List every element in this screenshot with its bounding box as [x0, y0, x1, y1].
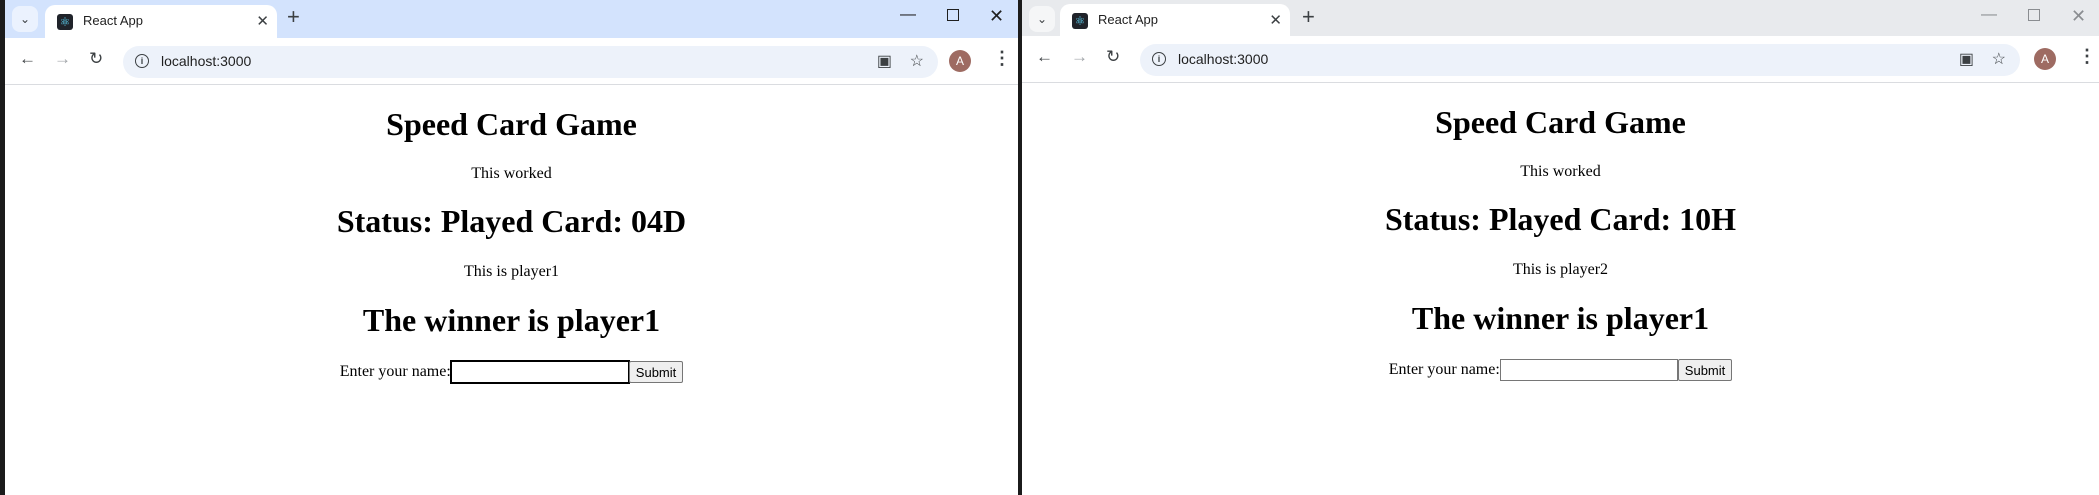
- name-label: Enter your name:: [339, 363, 451, 380]
- arrow-right-icon[interactable]: →: [54, 50, 71, 67]
- name-input[interactable]: [1499, 359, 1678, 381]
- minimize-icon[interactable]: —: [1981, 7, 1997, 23]
- minimize-icon[interactable]: —: [900, 7, 916, 23]
- submit-button[interactable]: Submit: [628, 361, 684, 383]
- winner-heading: The winner is player1: [1411, 300, 1710, 336]
- reload-icon[interactable]: ↻: [89, 50, 103, 67]
- plus-icon[interactable]: +: [287, 6, 300, 28]
- arrow-right-icon[interactable]: →: [1071, 48, 1088, 65]
- kebab-menu-icon[interactable]: ⋮: [993, 48, 1011, 69]
- reload-icon[interactable]: ↻: [1106, 48, 1120, 65]
- react-favicon-icon: ⚛: [1072, 13, 1088, 29]
- browser-window-player2: ⌄ ⚛ React App ✕ + — ✕ ← → ↻ i localhost:…: [1022, 0, 2099, 495]
- info-icon[interactable]: i: [1152, 52, 1166, 66]
- chevron-down-icon[interactable]: ⌄: [12, 6, 38, 32]
- close-icon[interactable]: ✕: [1269, 11, 1282, 29]
- tab-strip: ⌄ ⚛ React App ✕ + — ✕: [5, 0, 1018, 38]
- name-form: Enter your name: Submit: [1022, 359, 2099, 381]
- plus-icon[interactable]: +: [1302, 6, 1315, 28]
- avatar[interactable]: A: [949, 50, 971, 72]
- tab-strip: ⌄ ⚛ React App ✕ + — ✕: [1022, 0, 2099, 38]
- submit-button[interactable]: Submit: [1677, 359, 1733, 381]
- page-content: Speed Card Game This worked Status: Play…: [5, 85, 1018, 495]
- name-form: Enter your name: Submit: [5, 360, 1018, 384]
- player-text: This is player1: [463, 263, 560, 280]
- chevron-down-icon[interactable]: ⌄: [1029, 6, 1055, 32]
- status-heading: Status: Played Card: 10H: [1384, 201, 1737, 237]
- maximize-icon[interactable]: [2028, 9, 2040, 21]
- player-text: This is player2: [1512, 261, 1609, 278]
- react-favicon-icon: ⚛: [57, 14, 73, 30]
- arrow-left-icon[interactable]: ←: [19, 50, 36, 67]
- name-input[interactable]: [449, 360, 630, 384]
- browser-window-player1: ⌄ ⚛ React App ✕ + — ✕ ← → ↻ i localhost:…: [5, 0, 1018, 495]
- status-heading: Status: Played Card: 04D: [336, 203, 687, 239]
- url-text[interactable]: localhost:3000: [1178, 51, 1268, 67]
- winner-heading: The winner is player1: [362, 302, 661, 338]
- arrow-left-icon[interactable]: ←: [1036, 48, 1053, 65]
- page-title: Speed Card Game: [386, 106, 637, 142]
- page-title: Speed Card Game: [1435, 104, 1686, 140]
- maximize-icon[interactable]: [947, 9, 959, 21]
- address-bar[interactable]: i localhost:3000 ▣ ☆: [123, 46, 938, 78]
- address-bar[interactable]: i localhost:3000 ▣ ☆: [1140, 44, 2020, 76]
- close-icon[interactable]: ✕: [2071, 7, 2086, 25]
- tab-title: React App: [83, 13, 143, 28]
- tab-title: React App: [1098, 12, 1158, 27]
- install-app-icon[interactable]: ▣: [877, 51, 892, 71]
- close-icon[interactable]: ✕: [256, 12, 269, 30]
- url-text[interactable]: localhost:3000: [161, 53, 251, 69]
- tab-react-app[interactable]: ⚛ React App ✕: [45, 5, 277, 38]
- kebab-menu-icon[interactable]: ⋮: [2078, 46, 2096, 67]
- name-label: Enter your name:: [1388, 361, 1500, 378]
- message-text: This worked: [471, 165, 552, 182]
- info-icon[interactable]: i: [135, 54, 149, 68]
- close-icon[interactable]: ✕: [989, 7, 1004, 25]
- avatar[interactable]: A: [2034, 48, 2056, 70]
- install-app-icon[interactable]: ▣: [1959, 49, 1974, 69]
- star-icon[interactable]: ☆: [1992, 49, 2006, 69]
- message-text: This worked: [1520, 163, 1601, 180]
- page-content: Speed Card Game This worked Status: Play…: [1022, 83, 2099, 495]
- tab-react-app[interactable]: ⚛ React App ✕: [1060, 4, 1290, 37]
- star-icon[interactable]: ☆: [910, 51, 924, 71]
